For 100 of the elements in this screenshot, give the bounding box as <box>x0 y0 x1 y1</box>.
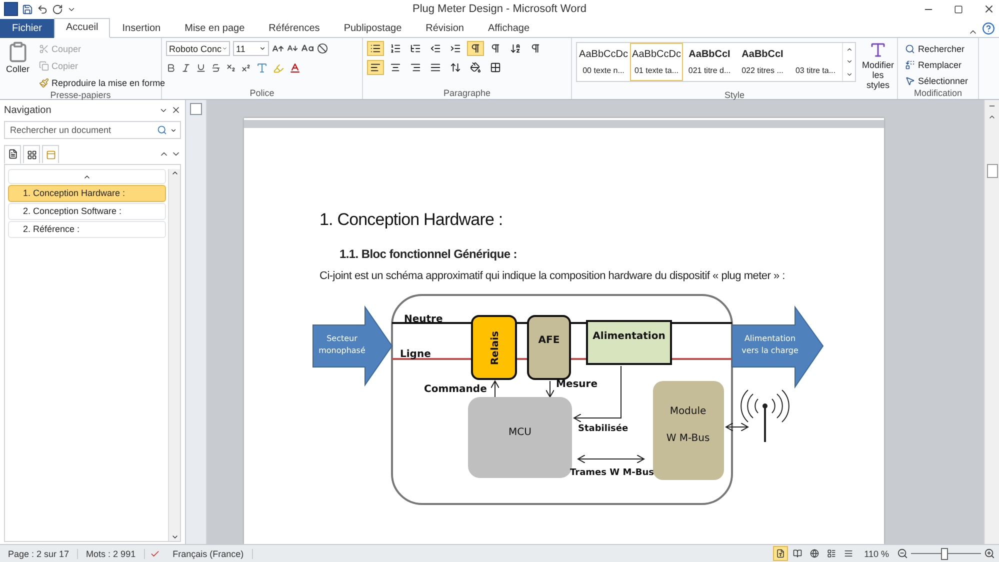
line-spacing-icon <box>450 62 461 73</box>
zoom-in-icon[interactable] <box>984 548 995 559</box>
pages-tab[interactable] <box>23 145 40 163</box>
ribbon-tab[interactable]: Publipostage <box>332 19 414 38</box>
close-icon[interactable] <box>983 3 995 15</box>
paintbrush-icon <box>38 78 49 88</box>
scroll-down-icon[interactable] <box>846 58 852 66</box>
format-painter-button[interactable]: Reproduire la mise en forme <box>36 75 168 90</box>
antenna-icon <box>740 390 789 442</box>
headings-tab[interactable] <box>4 144 21 164</box>
print-layout-button[interactable] <box>773 546 788 561</box>
strikethrough-icon[interactable] <box>211 63 221 73</box>
caret-icon <box>222 45 227 52</box>
input-label: monophasé <box>318 346 365 355</box>
bullet-list-button[interactable] <box>367 41 384 56</box>
restore-icon[interactable] <box>954 4 963 14</box>
heading-item[interactable]: 1. Conception Hardware : <box>8 185 166 202</box>
cursor-icon <box>905 76 915 86</box>
style-item[interactable]: 03 titre ta... <box>789 43 842 81</box>
output-label: Alimentation <box>744 334 796 343</box>
binoculars-icon <box>905 44 915 54</box>
ribbon-tab[interactable]: Affichage <box>476 19 542 38</box>
shrink-font-icon[interactable] <box>287 43 298 54</box>
power-label: Alimentation <box>592 331 665 342</box>
window-title: Plug Meter Design - Microsoft Word <box>411 3 588 15</box>
change-styles-button[interactable]: Modifier les styles <box>860 41 896 90</box>
style-item[interactable]: AaBbCcI 021 titre d... <box>683 43 736 81</box>
help-icon[interactable] <box>982 22 995 35</box>
style-preview: AaBbCcDc <box>632 49 681 61</box>
subheading: 1.1. Bloc fonctionnel Générique : <box>338 247 518 261</box>
zoom-thumb[interactable] <box>940 548 948 560</box>
text-effects-icon[interactable] <box>256 62 268 74</box>
heading-item[interactable]: 2. Conception Software : <box>8 203 166 220</box>
measure-arrow <box>545 380 554 398</box>
select-button[interactable]: Sélectionner <box>902 73 972 88</box>
align-right-icon <box>410 62 421 73</box>
style-name: 00 texte n... <box>582 66 624 75</box>
underline-icon[interactable] <box>196 63 206 73</box>
style-name: 03 titre ta... <box>795 66 836 75</box>
font-name-field[interactable]: Roboto Conc <box>166 41 230 56</box>
align-left-button[interactable] <box>367 60 384 75</box>
tab-stop-icon[interactable] <box>190 103 202 115</box>
paint-bucket-icon <box>470 62 481 73</box>
scroll-down-icon <box>170 533 178 541</box>
ribbon-tab[interactable]: Références <box>256 19 332 38</box>
heading-item[interactable]: 2. Référence : <box>8 221 166 238</box>
font-size-field[interactable]: 11 <box>233 41 269 56</box>
ribbon-tab[interactable]: Accueil <box>54 18 110 38</box>
undo-icon[interactable] <box>37 4 48 14</box>
neutral-label: Neutre <box>404 314 442 325</box>
more-icon[interactable] <box>846 71 852 78</box>
word-count: Mots : 2 991 <box>78 548 145 558</box>
save-icon[interactable] <box>22 4 33 14</box>
pilcrow-icon <box>490 43 501 54</box>
style-item[interactable]: AaBbCcDc 01 texte ta... <box>630 43 683 81</box>
relay-label: Relais <box>490 330 500 366</box>
align-center-icon <box>390 62 401 73</box>
pilcrow-button[interactable] <box>467 41 484 56</box>
style-item[interactable]: AaBbCcDc 00 texte n... <box>577 43 630 81</box>
outdent-icon <box>430 43 441 54</box>
mcu-label: MCU <box>508 427 531 438</box>
scroll-thumb[interactable] <box>986 164 998 178</box>
module-label: Module <box>669 406 706 417</box>
italic-icon[interactable] <box>181 63 191 73</box>
heading: 1. Conception Hardware : <box>320 210 504 230</box>
copy-icon <box>38 60 49 70</box>
relay-block <box>470 315 516 380</box>
bold-icon[interactable] <box>166 63 176 73</box>
redo-icon[interactable] <box>52 4 63 14</box>
grow-font-icon[interactable] <box>272 42 284 54</box>
frames-label: Trames W M-Bus <box>570 468 654 478</box>
ribbon-tab[interactable]: Révision <box>414 19 476 38</box>
style-preview: AaBbCcI <box>742 49 784 61</box>
superscript-icon[interactable] <box>241 63 251 73</box>
zoom-out-icon[interactable] <box>897 548 908 559</box>
caret-icon <box>170 126 177 134</box>
search-box[interactable]: Rechercher un document <box>4 121 181 139</box>
afe-label: AFE <box>538 335 560 346</box>
group-label: Paragraphe <box>442 88 492 99</box>
paste-button[interactable]: Coller <box>4 41 32 90</box>
find-button[interactable]: Rechercher <box>902 41 972 56</box>
close-icon[interactable] <box>171 105 181 115</box>
ribbon-tab[interactable]: Insertion <box>110 19 173 38</box>
style-item[interactable]: AaBbCcI 022 titres ... <box>736 43 789 81</box>
language-label: Français (France) <box>164 548 253 558</box>
file-tab[interactable]: Fichier <box>0 19 54 38</box>
ribbon-tab[interactable]: Mise en page <box>172 19 257 38</box>
style-preview: AaBbCcDc <box>579 49 628 61</box>
output-label: vers la charge <box>741 346 798 355</box>
scroll-up-icon[interactable] <box>988 113 996 121</box>
pilcrow-icon <box>530 43 541 54</box>
clear-format-icon[interactable] <box>317 43 328 54</box>
page-count: Page : 2 sur 17 <box>0 548 78 558</box>
scroll-up-icon[interactable] <box>846 46 852 53</box>
replace-button[interactable]: Remplacer <box>902 57 972 72</box>
font-color-icon[interactable] <box>289 62 301 74</box>
search-icon <box>157 125 167 135</box>
subscript-icon[interactable] <box>226 63 236 73</box>
command-arrow <box>490 380 499 398</box>
scroll-up-icon <box>170 169 178 177</box>
